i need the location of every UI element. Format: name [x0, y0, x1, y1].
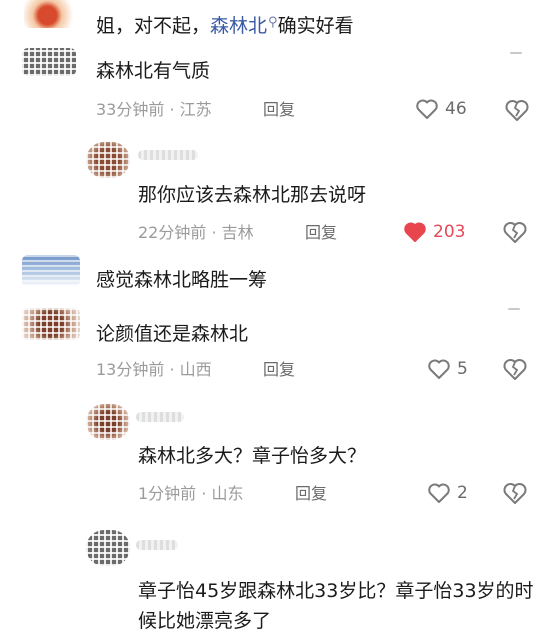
- comment-text: 森林北多大？章子怡多大？: [138, 445, 367, 467]
- comment-time: 1分钟前: [138, 484, 197, 503]
- dislike-button[interactable]: [504, 98, 530, 126]
- like-button[interactable]: 46: [415, 98, 467, 120]
- avatar[interactable]: [86, 530, 130, 566]
- broken-heart-icon: [503, 359, 527, 380]
- avatar[interactable]: [22, 255, 80, 287]
- heart-filled-icon: [404, 222, 426, 242]
- avatar[interactable]: [86, 142, 130, 178]
- like-button[interactable]: 5: [427, 358, 468, 380]
- meta-separator: ·: [169, 100, 175, 119]
- comment-location: 山东: [211, 484, 244, 503]
- broken-heart-icon: [503, 483, 527, 504]
- comment-text: 森林北有气质: [96, 60, 211, 82]
- like-count: 46: [445, 99, 467, 119]
- heart-icon: [416, 99, 438, 119]
- heart-icon: [428, 359, 450, 379]
- comment-location: 吉林: [221, 223, 254, 242]
- more-indicator: [508, 308, 520, 310]
- comment-location: 山西: [179, 360, 212, 379]
- comment-meta: 33分钟前 · 江苏: [96, 99, 212, 121]
- broken-heart-icon: [503, 222, 527, 243]
- broken-heart-icon: [505, 100, 529, 121]
- meta-separator: ·: [211, 223, 217, 242]
- comment-text-suffix: 确实好看: [277, 15, 354, 37]
- comment-text: 姐，对不起，森林北⚲确实好看: [96, 12, 354, 43]
- comment-text: 那你应该去森林北那去说呀: [138, 184, 367, 206]
- heart-icon: [428, 483, 450, 503]
- avatar[interactable]: [24, 0, 76, 28]
- reply-button[interactable]: 回复: [295, 483, 327, 505]
- comment-meta: 22分钟前 · 吉林: [138, 222, 254, 244]
- comment-time: 33分钟前: [96, 100, 165, 119]
- dislike-button[interactable]: [502, 220, 528, 248]
- like-count: 5: [457, 359, 468, 379]
- username-blurred: [136, 540, 178, 550]
- like-button[interactable]: 203: [403, 221, 465, 243]
- comment-time: 13分钟前: [96, 360, 165, 379]
- username-blurred: [138, 150, 198, 160]
- comment-text: 论颜值还是森林北: [96, 323, 249, 345]
- comment-meta: 1分钟前 · 山东: [138, 483, 243, 505]
- reply-button[interactable]: 回复: [263, 99, 295, 121]
- comment-meta: 13分钟前 · 山西: [96, 359, 212, 381]
- reply-button[interactable]: 回复: [263, 359, 295, 381]
- comment-text: 章子怡45岁跟森林北33岁比？章子怡33岁的时候比她漂亮多了: [138, 580, 534, 632]
- mention-link[interactable]: 森林北: [210, 15, 267, 37]
- meta-separator: ·: [201, 484, 207, 503]
- like-count: 203: [433, 222, 466, 242]
- search-icon[interactable]: ⚲: [268, 15, 278, 30]
- dislike-button[interactable]: [502, 357, 528, 385]
- like-button[interactable]: 2: [427, 482, 468, 504]
- reply-button[interactable]: 回复: [305, 222, 337, 244]
- meta-separator: ·: [169, 360, 175, 379]
- comment-time: 22分钟前: [138, 223, 207, 242]
- dislike-button[interactable]: [502, 481, 528, 509]
- comment-text-prefix: 姐，对不起，: [96, 15, 211, 37]
- like-count: 2: [457, 483, 468, 503]
- comment-location: 江苏: [179, 100, 212, 119]
- comment-text: 感觉森林北略胜一筹: [96, 269, 268, 291]
- more-indicator: [510, 52, 522, 54]
- avatar[interactable]: [22, 308, 80, 340]
- username-blurred: [136, 412, 184, 422]
- avatar[interactable]: [86, 404, 130, 440]
- avatar[interactable]: [22, 48, 76, 76]
